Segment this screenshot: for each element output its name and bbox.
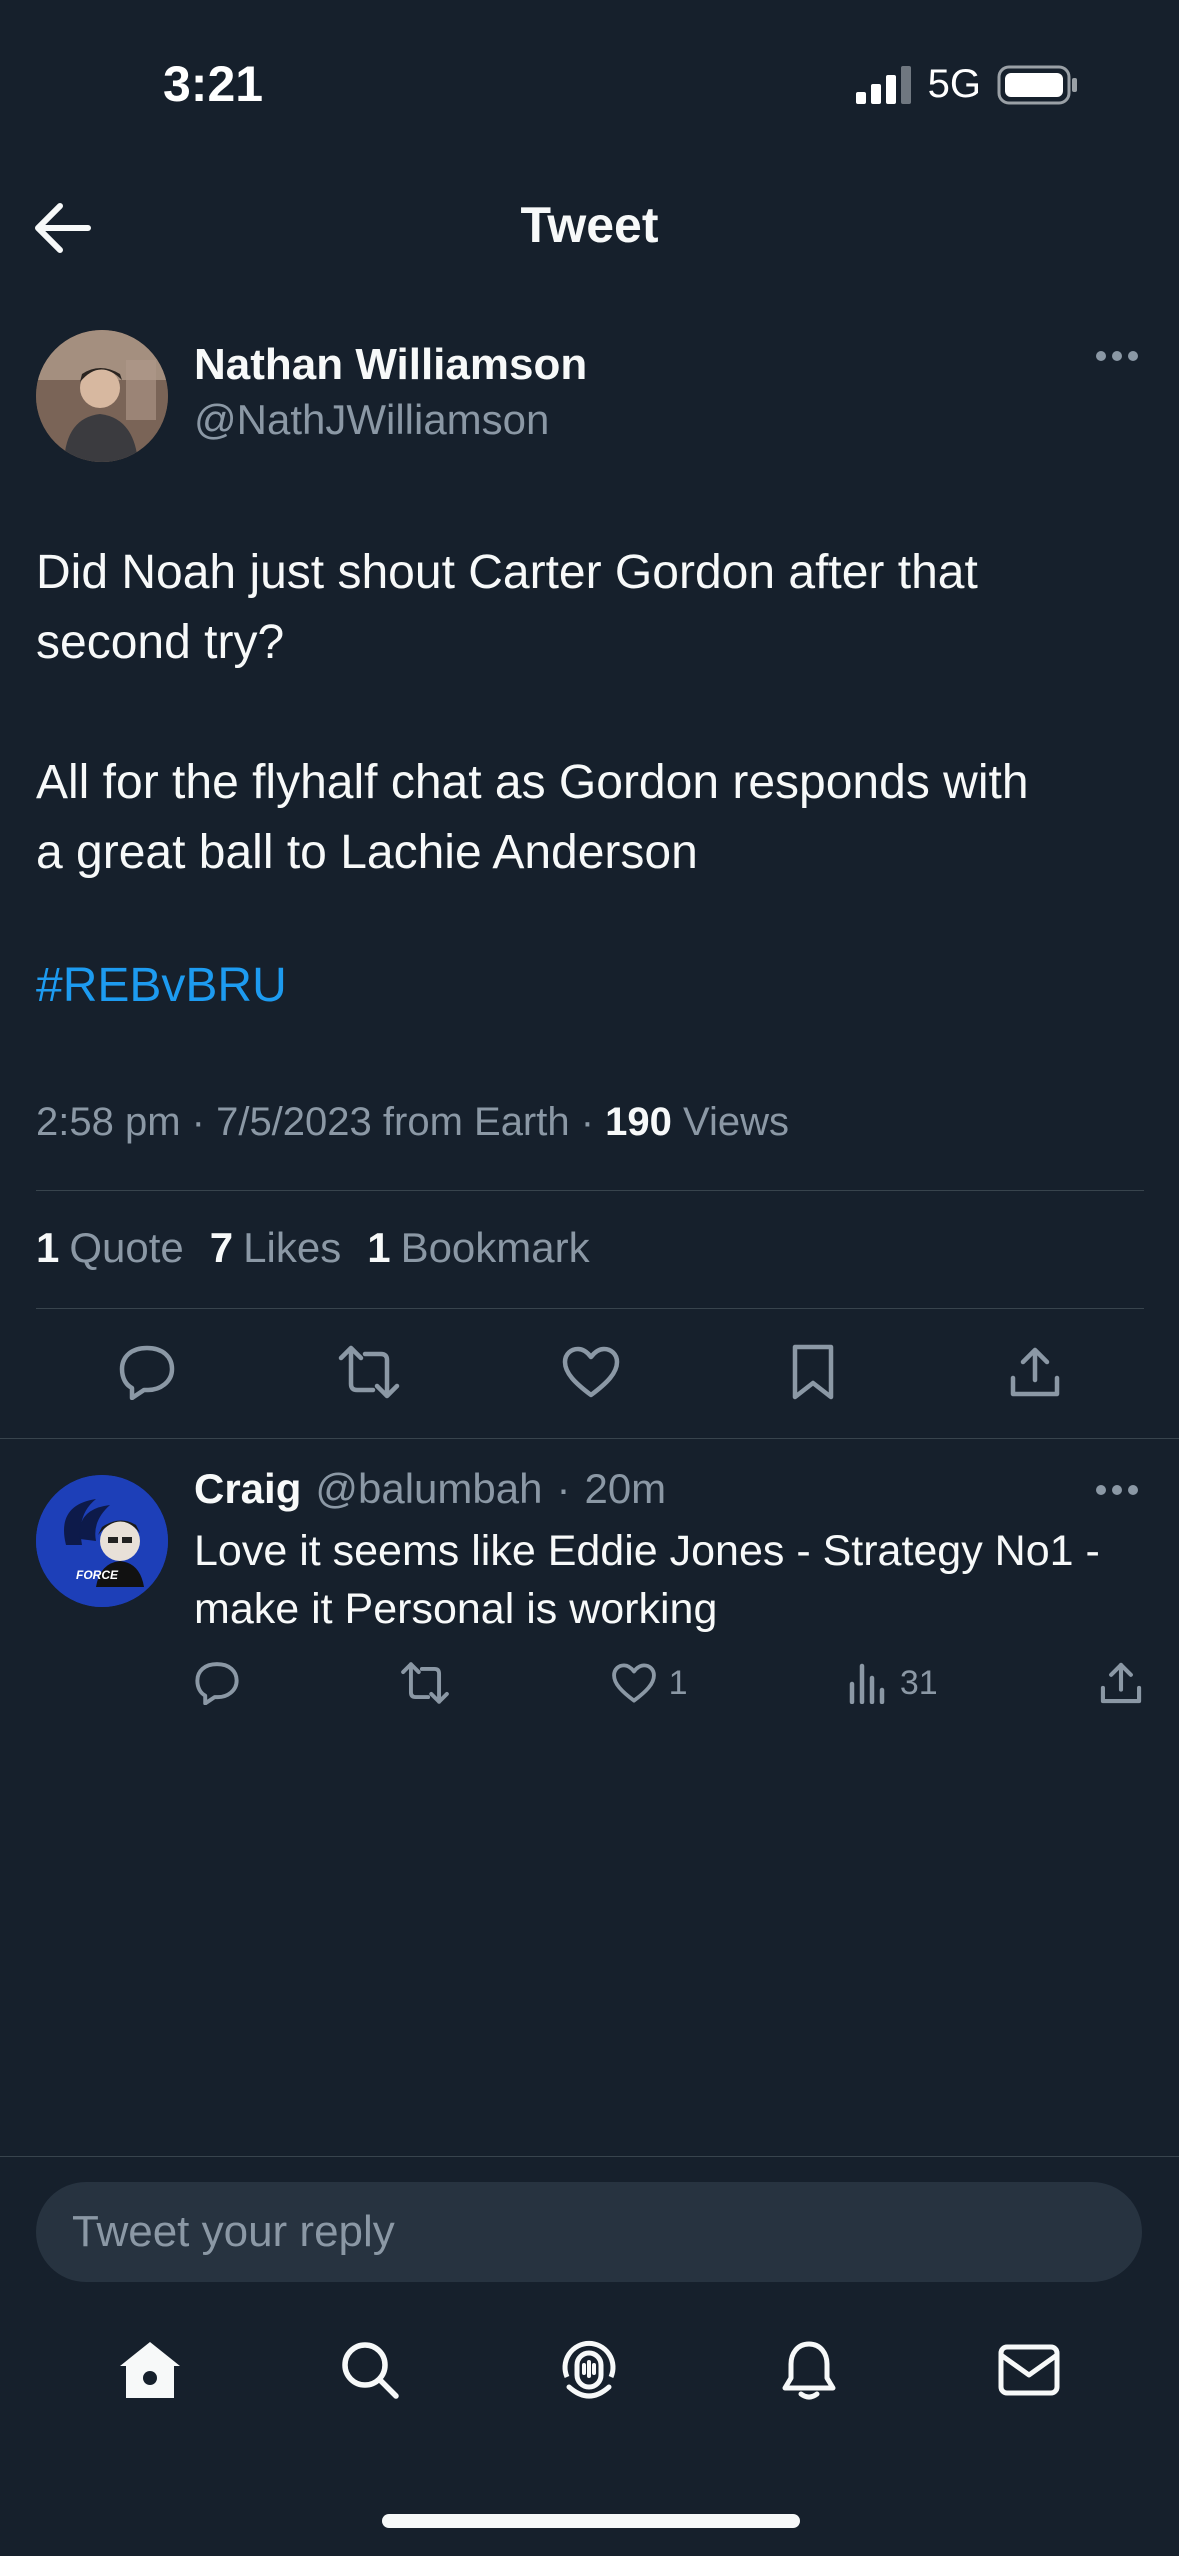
author-handle[interactable]: @NathJWilliamson: [194, 396, 549, 444]
likes-stat[interactable]: 7 Likes: [210, 1224, 341, 1272]
reply-input[interactable]: [36, 2182, 1142, 2282]
reply-views-button[interactable]: 31: [848, 1662, 938, 1704]
reply-like-button[interactable]: 1: [611, 1662, 688, 1704]
spaces-icon: [563, 2340, 616, 2399]
messages-icon: [998, 2344, 1060, 2396]
tab-notifications[interactable]: [769, 2330, 849, 2410]
share-icon: [1010, 1347, 1060, 1397]
hashtag-link[interactable]: #REBvBRU: [36, 958, 287, 1013]
divider: [36, 1190, 1144, 1191]
tweet-timestamp: 2:58 pm · 7/5/2023 from Earth ·: [36, 1100, 606, 1144]
divider: [0, 2156, 1179, 2157]
svg-text:FORCE: FORCE: [76, 1568, 119, 1582]
tweet-meta: 2:58 pm · 7/5/2023 from Earth · 190 View…: [36, 1100, 789, 1145]
reply-text: Love it seems like Eddie Jones - Strateg…: [194, 1527, 1100, 1633]
tweet-text: Did Noah just shout Carter Gordon after …: [36, 546, 1029, 879]
reply-avatar[interactable]: FORCE: [36, 1475, 168, 1607]
tweet-more-button[interactable]: [1095, 350, 1139, 362]
reply-views-count: 31: [899, 1663, 938, 1702]
retweet-icon: [401, 1662, 450, 1704]
battery-icon: [997, 65, 1077, 104]
reply-button[interactable]: [115, 1340, 179, 1404]
bottom-tab-bar: [0, 2330, 1179, 2410]
retweet-icon: [338, 1345, 400, 1399]
bookmark-icon: [792, 1344, 834, 1400]
status-indicators: 5G: [855, 62, 1079, 107]
author-name[interactable]: Nathan Williamson: [194, 340, 587, 390]
divider: [36, 1308, 1144, 1309]
avatar-image: [36, 330, 168, 462]
status-time: 3:21: [163, 56, 264, 112]
tab-search[interactable]: [330, 2330, 410, 2410]
signal-icon: [855, 65, 911, 104]
reply-time: 20m: [584, 1465, 667, 1512]
tweet-actions: [36, 1340, 1146, 1404]
avatar-image: FORCE: [36, 1475, 168, 1607]
share-button[interactable]: [1003, 1340, 1067, 1404]
views-label: Views: [683, 1100, 790, 1144]
views-icon: [849, 1663, 885, 1704]
network-type: 5G: [927, 62, 981, 106]
reply-actions: 1 31: [194, 1660, 1144, 1706]
page-title: Tweet: [520, 197, 659, 253]
author-avatar[interactable]: [36, 330, 168, 462]
reply-retweet-button[interactable]: [400, 1661, 450, 1705]
bookmark-button[interactable]: [781, 1340, 845, 1404]
reply-share-button[interactable]: [1098, 1660, 1144, 1706]
views-count: 190: [605, 1100, 672, 1144]
tab-messages[interactable]: [989, 2330, 1069, 2410]
reply-like-count: 1: [668, 1663, 688, 1702]
reply-icon: [195, 1662, 239, 1705]
reply-header: Craig @balumbah · 20m: [194, 1465, 666, 1513]
engagement-stats: 1 Quote 7 Likes 1 Bookmark: [36, 1224, 590, 1272]
reply-author-handle[interactable]: @balumbah: [315, 1465, 542, 1513]
tab-home[interactable]: [110, 2330, 190, 2410]
reply-reply-button[interactable]: [194, 1661, 240, 1705]
tab-spaces[interactable]: [549, 2330, 629, 2410]
like-icon: [611, 1663, 656, 1703]
search-icon: [341, 2342, 399, 2399]
share-icon: [1100, 1662, 1142, 1704]
bookmarks-stat[interactable]: 1 Bookmark: [367, 1224, 589, 1272]
reply-more-button[interactable]: [1095, 1484, 1139, 1496]
home-icon: [119, 2342, 180, 2398]
more-icon: [1096, 1485, 1138, 1495]
home-indicator: [382, 2514, 800, 2528]
reply-author-name[interactable]: Craig: [194, 1465, 301, 1513]
reply-icon: [119, 1345, 175, 1400]
like-icon: [562, 1346, 620, 1398]
like-button[interactable]: [559, 1340, 623, 1404]
separator-dot: ·: [556, 1465, 571, 1512]
notifications-icon: [782, 2341, 836, 2400]
reply-compose-box[interactable]: [36, 2182, 1142, 2282]
divider: [0, 1438, 1179, 1439]
more-icon: [1096, 351, 1138, 361]
quotes-stat[interactable]: 1 Quote: [36, 1224, 184, 1272]
retweet-button[interactable]: [337, 1340, 401, 1404]
